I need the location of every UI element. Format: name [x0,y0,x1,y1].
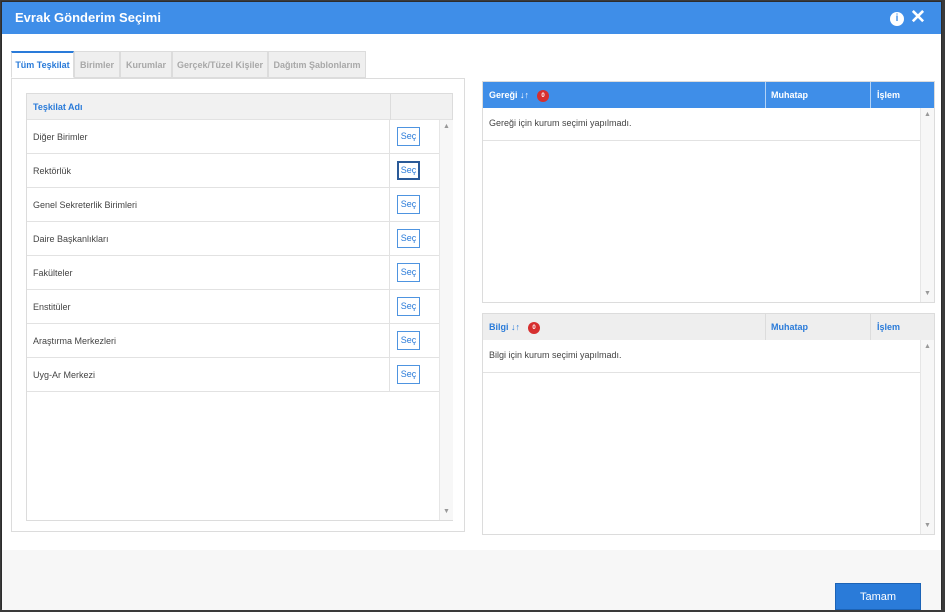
table-row: Diğer Birimler Seç [27,120,439,154]
org-name: Daire Başkanlıkları [33,234,109,244]
geregi-panel: Gereği ↓↑ 0 Muhatap İşlem Gereği için ku… [482,81,935,303]
info-icon[interactable]: i [890,12,904,26]
tab-birimler[interactable]: Birimler [74,51,120,78]
column-divider [389,120,390,154]
org-name: Enstitüler [33,302,71,312]
dialog-titlebar: Evrak Gönderim Seçimi i ✕ [2,2,941,34]
org-name: Uyg-Ar Merkezi [33,370,96,380]
column-divider [389,290,390,324]
org-table-header: Teşkilat Adı [27,94,452,120]
select-button[interactable]: Seç [397,263,420,282]
scroll-up-icon[interactable]: ▲ [443,123,450,130]
column-divider [389,222,390,256]
dialog-title: Evrak Gönderim Seçimi [15,10,161,25]
geregi-title[interactable]: Gereği [489,90,518,100]
tab-dagitim-sablonlarim[interactable]: Dağıtım Şablonlarım [268,51,366,78]
dialog-content: Tüm Teşkilat Birimler Kurumlar Gerçek/Tü… [2,34,941,550]
table-row: Genel Sekreterlik Birimleri Seç [27,188,439,222]
geregi-count-badge: 0 [537,90,549,102]
bilgi-scrollbar[interactable]: ▲ ▼ [920,340,934,534]
geregi-empty-row: Gereği için kurum seçimi yapılmadı. [483,108,920,141]
scroll-down-icon[interactable]: ▼ [924,522,931,529]
bilgi-panel: Bilgi ↓↑ 0 Muhatap İşlem Bilgi için kuru… [482,313,935,535]
table-row: Uyg-Ar Merkezi Seç [27,358,439,392]
column-header-islem[interactable]: İşlem [877,322,900,332]
select-button[interactable]: Seç [397,229,420,248]
dialog: Evrak Gönderim Seçimi i ✕ Tüm Teşkilat B… [1,1,942,610]
sort-icon[interactable]: ↓↑ [520,90,529,100]
select-button[interactable]: Seç [397,365,420,384]
close-icon[interactable]: ✕ [910,8,926,28]
table-row: Enstitüler Seç [27,290,439,324]
sort-icon[interactable]: ↓↑ [511,322,520,332]
tab-gercek-tuzel-kisiler[interactable]: Gerçek/Tüzel Kişiler [172,51,268,78]
org-table: Teşkilat Adı Diğer Birimler Seç Rektörlü… [26,93,453,521]
select-button[interactable]: Seç [397,161,420,180]
table-row: Daire Başkanlıkları Seç [27,222,439,256]
ok-button[interactable]: Tamam [835,583,921,610]
select-button[interactable]: Seç [397,331,420,350]
scroll-up-icon[interactable]: ▲ [924,343,931,350]
bilgi-empty-row: Bilgi için kurum seçimi yapılmadı. [483,340,920,373]
column-divider [765,314,766,340]
column-divider [389,256,390,290]
select-button[interactable]: Seç [397,195,420,214]
scroll-down-icon[interactable]: ▼ [924,290,931,297]
column-divider [389,358,390,392]
geregi-header: Gereği ↓↑ 0 Muhatap İşlem [483,82,934,108]
org-name: Araştırma Merkezleri [33,336,117,346]
table-row: Rektörlük Seç [27,154,439,188]
select-button[interactable]: Seç [397,127,420,146]
column-header-muhatap[interactable]: Muhatap [771,90,808,100]
column-header-muhatap[interactable]: Muhatap [771,322,808,332]
geregi-empty-message: Gereği için kurum seçimi yapılmadı. [489,118,632,128]
bilgi-empty-message: Bilgi için kurum seçimi yapılmadı. [489,350,622,360]
tab-panel: Teşkilat Adı Diğer Birimler Seç Rektörlü… [11,78,465,532]
scroll-down-icon[interactable]: ▼ [443,508,450,515]
tab-tum-teskilat[interactable]: Tüm Teşkilat [11,51,74,78]
table-row: Araştırma Merkezleri Seç [27,324,439,358]
org-name: Fakülteler [33,268,73,278]
scroll-up-icon[interactable]: ▲ [924,111,931,118]
column-divider [765,82,766,108]
org-table-scrollbar[interactable]: ▲ ▼ [439,120,453,520]
select-button[interactable]: Seç [397,297,420,316]
table-row: Fakülteler Seç [27,256,439,290]
column-header-teskilat-adi[interactable]: Teşkilat Adı [33,102,83,112]
geregi-scrollbar[interactable]: ▲ ▼ [920,108,934,302]
bilgi-count-badge: 0 [528,322,540,334]
bilgi-header: Bilgi ↓↑ 0 Muhatap İşlem [483,314,934,340]
column-header-islem[interactable]: İşlem [877,90,900,100]
org-name: Diğer Birimler [33,132,88,142]
column-divider [389,188,390,222]
column-divider [389,324,390,358]
tab-kurumlar[interactable]: Kurumlar [120,51,172,78]
column-divider [390,94,391,120]
org-name: Rektörlük [33,166,72,176]
column-divider [870,314,871,340]
org-name: Genel Sekreterlik Birimleri [33,200,138,210]
column-divider [870,82,871,108]
bilgi-title[interactable]: Bilgi [489,322,509,332]
column-divider [389,154,390,188]
dialog-footer: Tamam [2,550,941,610]
